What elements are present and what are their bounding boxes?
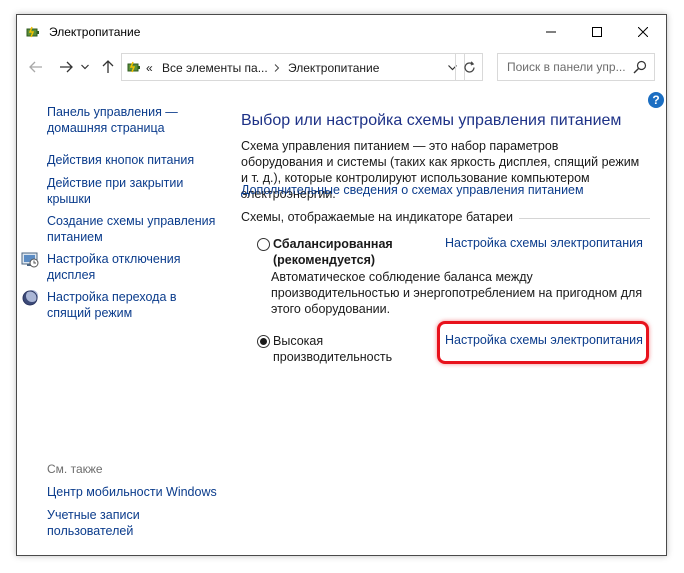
sidebar-item-create-plan[interactable]: Создание схемы управления питанием [47,213,217,245]
sidebar-item-power-buttons[interactable]: Действия кнопок питания [47,152,207,168]
plan-high-performance-radio[interactable] [257,335,270,348]
search-box[interactable] [497,53,655,81]
see-also-mobility-center[interactable]: Центр мобильности Windows [47,484,227,500]
forward-arrow-icon [60,61,73,73]
help-icon[interactable]: ? [648,92,664,108]
see-also-heading: См. также [47,462,103,476]
breadcrumb-separator-icon [274,64,280,72]
refresh-icon [463,60,475,73]
plan-high-performance-settings-link[interactable]: Настройка схемы электропитания [445,333,643,347]
page-title: Выбор или настройка схемы управления пит… [241,112,622,129]
plans-group-label: Схемы, отображаемые на индикаторе батаре… [241,210,519,224]
window-title: Электропитание [49,25,141,39]
breadcrumb-all-items[interactable]: Все элементы па... [162,61,268,75]
plan-balanced-settings-link[interactable]: Настройка схемы электропитания [445,236,643,250]
maximize-icon [592,27,602,37]
sidebar-item-sleep[interactable]: Настройка перехода в спящий режим [47,289,207,321]
breadcrumb-overflow[interactable]: « [146,61,153,75]
see-also-user-accounts[interactable]: Учетные записи пользователей [47,507,167,539]
address-bar[interactable]: « Все элементы па... Электропитание [121,53,465,81]
sidebar-home-link[interactable]: Панель управления — домашняя страница [47,104,197,136]
sidebar-item-display-off[interactable]: Настройка отключения дисплея [47,251,207,283]
forward-button[interactable] [55,56,77,78]
navigation-bar: « Все элементы па... Электропитание [17,51,666,85]
plan-balanced-radio[interactable] [257,238,270,251]
control-panel-window: Электропитание « Все элементы па... Элек… [16,14,667,556]
plan-balanced-description: Автоматическое соблюдение баланса между … [271,270,643,316]
plan-high-performance-name[interactable]: Высокая производительность [273,333,403,365]
moon-icon [22,290,38,306]
power-options-icon [26,26,39,38]
recent-locations-button[interactable] [78,56,92,78]
minimize-icon [546,31,556,33]
close-icon [638,27,648,37]
radio-selected-dot [260,338,267,345]
refresh-button[interactable] [455,53,483,81]
back-arrow-icon [29,61,42,73]
more-info-link[interactable]: Дополнительные сведения о схемах управле… [241,183,584,197]
maximize-button[interactable] [574,15,620,49]
close-button[interactable] [620,15,666,49]
up-button[interactable] [97,56,119,78]
back-button[interactable] [25,56,47,78]
title-bar: Электропитание [17,15,666,49]
search-icon[interactable] [633,60,647,74]
chevron-down-icon [81,64,89,70]
up-arrow-icon [102,60,114,73]
search-input[interactable] [498,54,635,80]
minimize-button[interactable] [528,15,574,49]
display-icon [21,252,39,268]
power-options-icon [127,61,140,73]
sidebar-item-lid-close[interactable]: Действие при закрытии крышки [47,175,197,207]
plan-balanced-name[interactable]: Сбалансированная (рекомендуется) [273,236,423,268]
breadcrumb-power-options[interactable]: Электропитание [288,61,379,75]
